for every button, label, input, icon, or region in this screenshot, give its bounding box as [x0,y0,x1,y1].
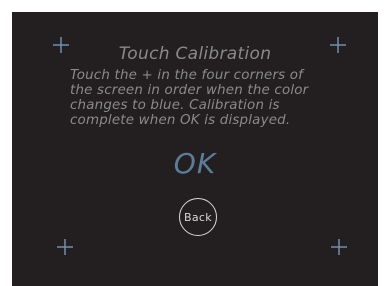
calibration-screen: Touch Calibration Touch the + in the fou… [12,12,378,286]
page-title: Touch Calibration [118,44,272,64]
instructions-text: Touch the + in the four corners of the s… [70,68,309,128]
crosshair-bottom-left-icon[interactable] [55,237,75,257]
status-label: OK [173,147,217,180]
crosshair-bottom-right-icon[interactable] [329,237,349,257]
back-button-label: Back [184,210,212,224]
back-button[interactable]: Back [179,198,217,236]
